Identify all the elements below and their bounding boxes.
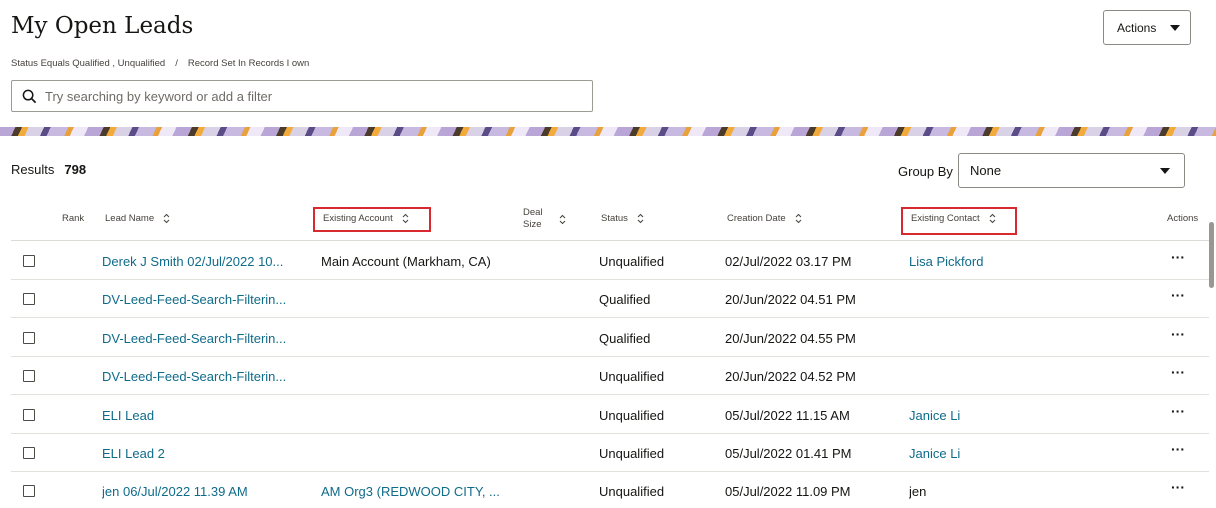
row-actions-icon[interactable]: ··· xyxy=(1171,287,1185,303)
creation-date-value: 20/Jun/2022 04.52 PM xyxy=(725,369,856,384)
lead-name-link[interactable]: ELI Lead xyxy=(102,408,298,423)
column-header-lead-name[interactable]: Lead Name xyxy=(105,213,170,224)
column-header-label: Status xyxy=(601,213,628,224)
row-checkbox[interactable] xyxy=(23,370,35,382)
filter-summary: Status Equals Qualified , Unqualified / … xyxy=(11,58,309,69)
column-header-label: Creation Date xyxy=(727,213,786,224)
existing-contact-link[interactable]: Janice Li xyxy=(909,408,960,423)
sort-icon[interactable] xyxy=(163,213,170,224)
filter-separator: / xyxy=(175,58,178,69)
group-by-value: None xyxy=(970,163,1002,178)
table-row[interactable]: ELI Lead 2 Unqualified 05/Jul/2022 01.41… xyxy=(11,434,1209,472)
column-header-label: Actions xyxy=(1167,213,1199,224)
decorative-banner xyxy=(0,127,1216,136)
creation-date-value: 20/Jun/2022 04.51 PM xyxy=(725,292,856,307)
status-value: Unqualified xyxy=(599,408,665,423)
lead-name-link[interactable]: ELI Lead 2 xyxy=(102,446,298,461)
page-title: My Open Leads xyxy=(11,13,194,39)
column-header-label: Deal xyxy=(523,207,543,218)
row-checkbox[interactable] xyxy=(23,409,35,421)
caret-down-icon xyxy=(1170,24,1181,31)
existing-contact-value: jen xyxy=(909,484,927,499)
column-header-creation-date[interactable]: Creation Date xyxy=(727,213,802,224)
column-header-rank: Rank xyxy=(62,213,84,224)
results-label: Results xyxy=(11,162,55,177)
row-checkbox[interactable] xyxy=(23,447,35,459)
existing-contact-link[interactable]: Lisa Pickford xyxy=(909,254,983,269)
row-checkbox[interactable] xyxy=(23,485,35,497)
status-value: Unqualified xyxy=(599,446,665,461)
lead-name-link[interactable]: Derek J Smith 02/Jul/2022 10... xyxy=(102,254,298,269)
column-header-status[interactable]: Status xyxy=(601,213,644,224)
table-row[interactable]: ELI Lead Unqualified 05/Jul/2022 11.15 A… xyxy=(11,396,1209,434)
status-value: Qualified xyxy=(599,292,651,307)
filter-status[interactable]: Status Equals Qualified , Unqualified xyxy=(11,58,165,69)
row-actions-icon[interactable]: ··· xyxy=(1171,441,1185,457)
search-bar[interactable] xyxy=(11,80,593,112)
actions-menu-button[interactable]: Actions xyxy=(1103,10,1191,45)
status-value: Unqualified xyxy=(599,369,665,384)
creation-date-value: 05/Jul/2022 11.15 AM xyxy=(725,408,850,423)
vertical-scrollbar[interactable] xyxy=(1209,222,1214,288)
column-header-label: Rank xyxy=(62,213,85,224)
existing-contact-link[interactable]: Janice Li xyxy=(909,446,960,461)
status-value: Unqualified xyxy=(599,254,665,269)
search-input[interactable] xyxy=(45,88,565,104)
row-actions-icon[interactable]: ··· xyxy=(1171,249,1185,265)
search-icon xyxy=(22,89,37,103)
row-actions-icon[interactable]: ··· xyxy=(1171,326,1185,342)
sort-icon[interactable] xyxy=(795,213,802,224)
highlight-box-existing-account xyxy=(313,207,431,232)
table-row[interactable]: DV-Leed-Feed-Search-Filterin... Unqualif… xyxy=(11,357,1209,395)
filter-record-set[interactable]: Record Set In Records I own xyxy=(188,58,309,69)
group-by-select[interactable]: None xyxy=(958,153,1185,188)
caret-down-icon xyxy=(1160,168,1170,174)
creation-date-value: 05/Jul/2022 11.09 PM xyxy=(725,484,851,499)
column-header-label: Size xyxy=(523,219,542,230)
status-value: Qualified xyxy=(599,331,651,346)
lead-name-link[interactable]: DV-Leed-Feed-Search-Filterin... xyxy=(102,369,298,384)
sort-icon[interactable] xyxy=(559,214,566,225)
results-count: 798 xyxy=(64,162,87,177)
column-header-label: Lead Name xyxy=(105,213,155,224)
lead-name-link[interactable]: DV-Leed-Feed-Search-Filterin... xyxy=(102,331,298,346)
table-row[interactable]: jen 06/Jul/2022 11.39 AM AM Org3 (REDWOO… xyxy=(11,472,1209,508)
row-checkbox[interactable] xyxy=(23,293,35,305)
group-by-label: Group By xyxy=(898,164,953,179)
row-actions-icon[interactable]: ··· xyxy=(1171,479,1185,495)
row-checkbox[interactable] xyxy=(23,255,35,267)
sort-icon[interactable] xyxy=(637,213,644,224)
status-value: Unqualified xyxy=(599,484,665,499)
row-actions-icon[interactable]: ··· xyxy=(1171,364,1185,380)
lead-name-link[interactable]: jen 06/Jul/2022 11.39 AM xyxy=(102,484,298,499)
creation-date-value: 05/Jul/2022 01.41 PM xyxy=(725,446,852,461)
creation-date-value: 02/Jul/2022 03.17 PM xyxy=(725,254,852,269)
column-header-actions: Actions xyxy=(1167,213,1198,224)
existing-account-value: Main Account (Markham, CA) xyxy=(321,254,491,269)
actions-button-label: Actions xyxy=(1117,20,1157,35)
table-row[interactable]: DV-Leed-Feed-Search-Filterin... Qualifie… xyxy=(11,280,1209,318)
results-summary: Results 798 xyxy=(11,162,86,177)
table-header-divider xyxy=(11,240,1209,241)
row-actions-icon[interactable]: ··· xyxy=(1171,403,1185,419)
column-header-deal-size[interactable]: Deal Size xyxy=(523,207,566,231)
highlight-box-existing-contact xyxy=(901,207,1017,235)
table-row[interactable]: DV-Leed-Feed-Search-Filterin... Qualifie… xyxy=(11,319,1209,357)
existing-account-link[interactable]: AM Org3 (REDWOOD CITY, ... xyxy=(321,484,511,499)
lead-name-link[interactable]: DV-Leed-Feed-Search-Filterin... xyxy=(102,292,298,307)
row-checkbox[interactable] xyxy=(23,332,35,344)
table-row[interactable]: Derek J Smith 02/Jul/2022 10... Main Acc… xyxy=(11,242,1209,280)
creation-date-value: 20/Jun/2022 04.55 PM xyxy=(725,331,856,346)
